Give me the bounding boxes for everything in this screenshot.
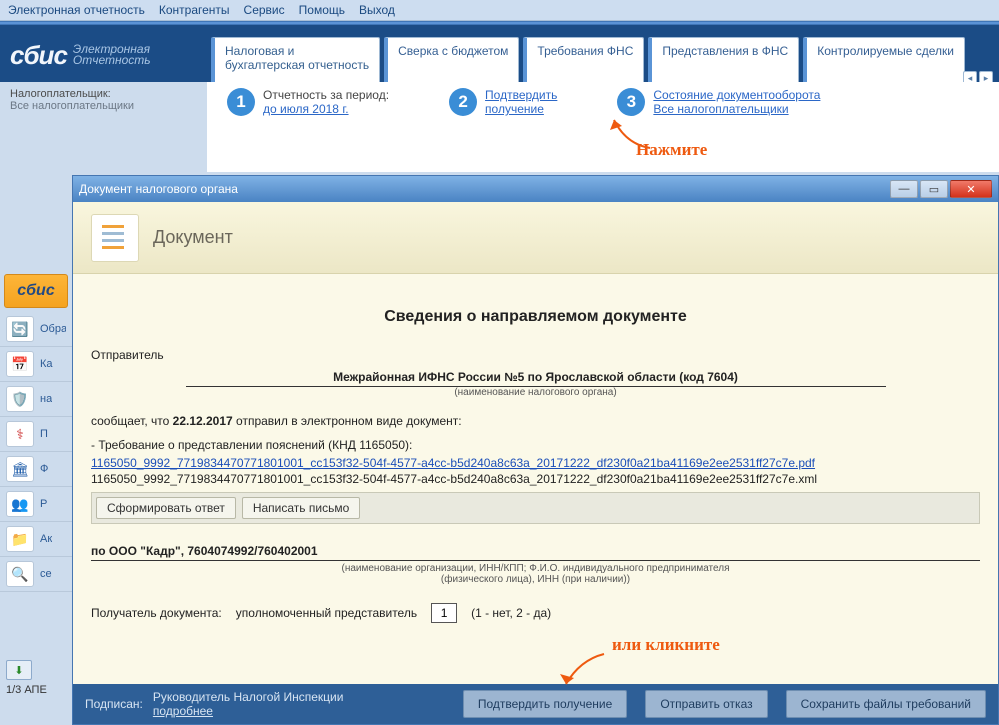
window-close[interactable]: ✕ (950, 180, 992, 198)
confirm-receipt-button[interactable]: Подтвердить получение (463, 690, 627, 718)
menu-eo[interactable]: Электронная отчетность (8, 3, 145, 17)
step-3-badge: 3 (617, 88, 645, 116)
lrow-r[interactable]: 👥Р (0, 487, 72, 522)
lrow-se[interactable]: 🔍се (0, 557, 72, 592)
menu-service[interactable]: Сервис (244, 3, 285, 17)
pension-icon: ⚕ (6, 421, 34, 447)
save-files-button[interactable]: Сохранить файлы требований (786, 690, 986, 718)
download-button[interactable]: ⬇ (6, 660, 32, 680)
step-2-badge: 2 (449, 88, 477, 116)
modal-body: Сведения о направляемом документе Отправ… (73, 274, 998, 684)
taxpayer-label: Налогоплательщик: (10, 88, 197, 100)
window-maximize[interactable]: ▭ (920, 180, 948, 198)
xml-filename: 1165050_9992_771983447077180100​1_cc153f… (91, 472, 980, 486)
organization-caption: (наименование организации, ИНН/КПП; Ф.И.… (91, 563, 980, 585)
recipient-code-input[interactable] (431, 603, 457, 623)
lrow-ob[interactable]: 🔄Обра (0, 312, 72, 347)
pdf-link[interactable]: 1165050_9992_771983447077180100​1_cc153f… (91, 456, 980, 470)
authority-caption: (наименование налогового органа) (91, 387, 980, 398)
shield-icon: 🛡️ (6, 386, 34, 412)
annotation-click: или кликните (612, 635, 720, 655)
requirement-label: - Требование о представлении пояснений (… (91, 438, 980, 452)
taxpayer-value[interactable]: Все налогоплательщики (10, 100, 197, 112)
step-1: 1 Отчетность за период: до июля 2018 г. (227, 88, 389, 166)
document-modal: Документ налогового органа — ▭ ✕ Докумен… (72, 175, 999, 725)
lrow-p[interactable]: ⚕П (0, 417, 72, 452)
tab-fns-requirements[interactable]: Требования ФНС (523, 37, 644, 85)
document-icon (91, 214, 139, 262)
steps-panel: 1 Отчетность за период: до июля 2018 г. … (207, 82, 999, 172)
modal-title: Документ налогового органа (79, 182, 888, 196)
annotation-arrow-2 (560, 650, 610, 690)
lrow-ka[interactable]: 📅Ка (0, 347, 72, 382)
step-3-link-2[interactable]: Все налогоплательщики (653, 102, 820, 116)
tab-bar: Налоговая и бухгалтерская отчетность Све… (207, 25, 999, 85)
recipient-hint: (1 - нет, 2 - да) (471, 606, 551, 620)
page-counter: 1/3 АПЕ (0, 682, 72, 698)
menu-exit[interactable]: Выход (359, 3, 395, 17)
recipient-label: Получатель документа: (91, 606, 222, 620)
step-3-link-1[interactable]: Состояние документооборота (653, 88, 820, 102)
step-1-text: Отчетность за период: (263, 88, 389, 102)
signed-label: Подписан: (85, 697, 143, 711)
step-2: 2 Подтвердитьполучение (449, 88, 557, 166)
app-header: сбис ЭлектроннаяОтчетность Налоговая и б… (0, 25, 999, 85)
organization-line: по ООО "Кадр", 7604074992/760402001 (91, 542, 980, 561)
tab-fns-submissions[interactable]: Представления в ФНС (648, 37, 799, 85)
calendar-icon: 📅 (6, 351, 34, 377)
logo-text: сбис (10, 40, 67, 71)
write-letter-button[interactable]: Написать письмо (242, 497, 360, 519)
main-menu: Электронная отчетность Контрагенты Серви… (0, 0, 999, 21)
lrow-f[interactable]: 🏛Ф (0, 452, 72, 487)
logo-subtitle: ЭлектроннаяОтчетность (73, 44, 151, 66)
search-icon: 🔍 (6, 561, 34, 587)
form-reply-button[interactable]: Сформировать ответ (96, 497, 236, 519)
annotation-press: Нажмите (636, 140, 707, 160)
step-2-link[interactable]: Подтвердитьполучение (485, 88, 557, 116)
logo-area: сбис ЭлектроннаяОтчетность (0, 25, 207, 85)
window-minimize[interactable]: — (890, 180, 918, 198)
menu-counterparties[interactable]: Контрагенты (159, 3, 230, 17)
modal-footer: Подписан: Руководитель Налогой Инспекции… (73, 684, 998, 724)
tab-budget-reconcile[interactable]: Сверка с бюджетом (384, 37, 519, 85)
lrow-ak[interactable]: 📁Ак (0, 522, 72, 557)
step-1-badge: 1 (227, 88, 255, 116)
modal-heading: Документ (153, 227, 233, 248)
modal-titlebar: Документ налогового органа — ▭ ✕ (73, 176, 998, 202)
left-strip: сбис 🔄Обра 📅Ка 🛡️на ⚕П 🏛Ф 👥Р 📁Ак 🔍се ⬇ 1… (0, 270, 72, 725)
document-subtitle: Сведения о направляемом документе (91, 308, 980, 326)
refresh-icon: 🔄 (6, 316, 34, 342)
authority-name: Межрайонная ИФНС России №5 по Ярославско… (186, 370, 886, 387)
folder-icon: 📁 (6, 526, 34, 552)
action-bar: Сформировать ответ Написать письмо (91, 492, 980, 524)
signed-value: Руководитель Налогой Инспекции (153, 690, 344, 704)
recipient-value: уполномоченный представитель (236, 606, 417, 620)
tab-controlled-deals[interactable]: Контролируемые сделки (803, 37, 965, 85)
sbis-button[interactable]: сбис (4, 274, 68, 308)
message-line: сообщает, что 22.12.2017 отправил в элек… (91, 414, 980, 428)
tab-tax-accounting[interactable]: Налоговая и бухгалтерская отчетность (211, 37, 380, 85)
rosstat-icon: 👥 (6, 491, 34, 517)
taxpayer-sidebar: Налогоплательщик: Все налогоплательщики (0, 82, 207, 128)
step-1-link[interactable]: до июля 2018 г. (263, 102, 389, 116)
fund-icon: 🏛 (6, 456, 34, 482)
recipient-row: Получатель документа: уполномоченный пре… (91, 603, 980, 623)
lrow-na[interactable]: 🛡️на (0, 382, 72, 417)
send-refusal-button[interactable]: Отправить отказ (645, 690, 767, 718)
modal-header: Документ (73, 202, 998, 274)
menu-help[interactable]: Помощь (299, 3, 345, 17)
sender-label: Отправитель (91, 348, 980, 362)
more-link[interactable]: подробнее (153, 704, 213, 718)
